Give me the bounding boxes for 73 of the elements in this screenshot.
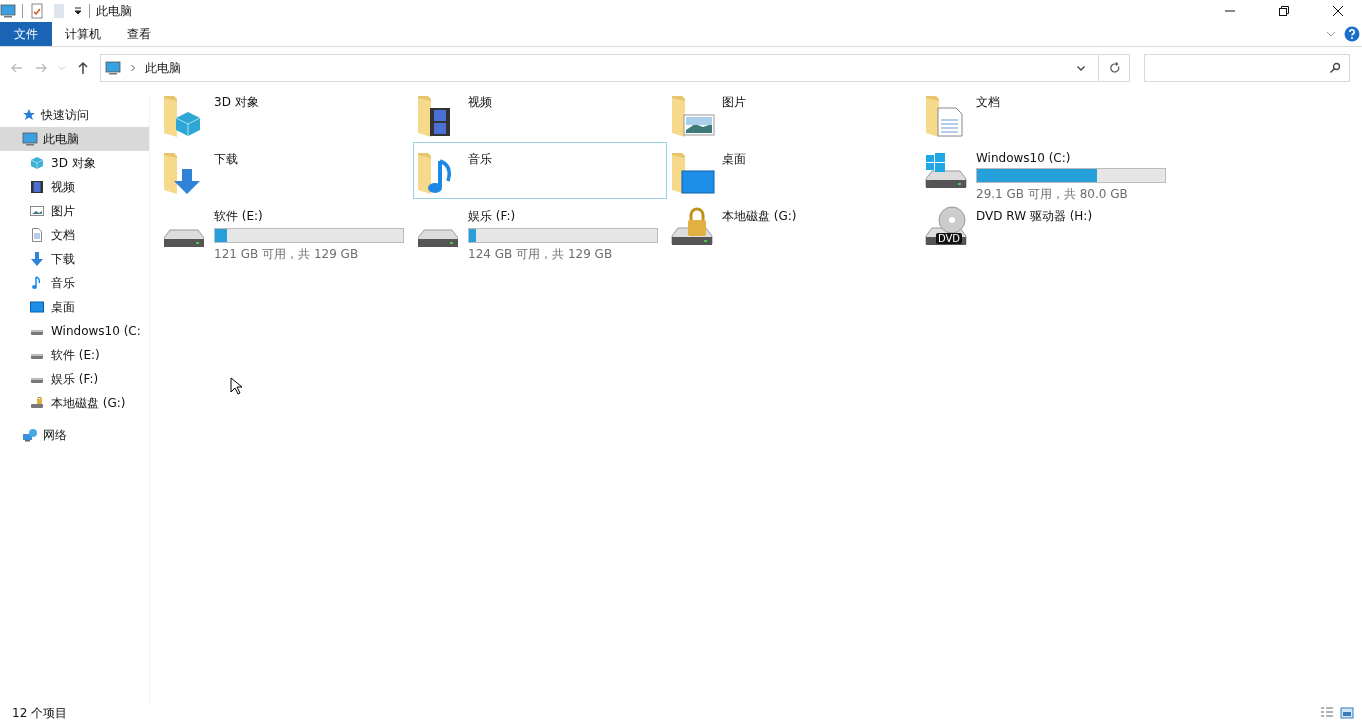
sidebar-item[interactable]: 此电脑 bbox=[0, 127, 149, 151]
chevron-down-icon[interactable] bbox=[1326, 29, 1336, 39]
sidebar-item[interactable]: Windows10 (C: bbox=[0, 319, 149, 343]
item-name: 桌面 bbox=[722, 151, 746, 168]
drive-icon bbox=[418, 229, 458, 248]
file-menu-tab[interactable]: 文件 bbox=[0, 22, 52, 46]
desktop-icon bbox=[30, 300, 44, 314]
free-space-text: 121 GB 可用，共 129 GB bbox=[214, 246, 360, 263]
ribbon-tab[interactable]: 计算机 bbox=[52, 22, 114, 46]
computer-icon bbox=[22, 131, 38, 147]
dropdown-arrow-icon[interactable] bbox=[73, 6, 83, 16]
item-count: 12 个项目 bbox=[12, 704, 68, 722]
down-arrow-icon bbox=[30, 252, 44, 266]
item-name: 娱乐 (F:) bbox=[468, 208, 517, 225]
large-icons-view-icon[interactable] bbox=[1340, 706, 1354, 720]
item-name: 软件 (E:) bbox=[214, 208, 264, 225]
sidebar-item[interactable]: 软件 (E:) bbox=[0, 343, 149, 367]
restore-icon[interactable] bbox=[1278, 5, 1290, 17]
folder-item[interactable]: 桌面 bbox=[667, 142, 921, 199]
search-icon bbox=[1329, 62, 1341, 74]
sidebar-item[interactable]: 网络 bbox=[0, 423, 149, 447]
sidebar-item[interactable]: 音乐 bbox=[0, 271, 149, 295]
film-icon bbox=[30, 180, 44, 194]
sidebar-item[interactable]: 快速访问 bbox=[0, 103, 149, 127]
network-icon bbox=[22, 427, 38, 443]
folder-item[interactable]: 图片 bbox=[667, 85, 921, 142]
drive-icon bbox=[164, 229, 204, 248]
mouse-cursor-icon bbox=[230, 377, 242, 395]
up-arrow-icon[interactable] bbox=[76, 61, 90, 75]
folder-item[interactable]: 视频 bbox=[413, 85, 667, 142]
item-name: Windows10 (C:) bbox=[976, 151, 1072, 165]
item-name: 音乐 bbox=[468, 151, 492, 168]
sidebar-item[interactable]: 视频 bbox=[0, 175, 149, 199]
item-name: DVD RW 驱动器 (H:) bbox=[976, 208, 1093, 225]
picture-icon bbox=[30, 204, 44, 218]
sidebar-item[interactable]: 桌面 bbox=[0, 295, 149, 319]
document-icon bbox=[30, 228, 44, 242]
search-field[interactable] bbox=[1144, 54, 1350, 82]
sidebar-item[interactable]: 图片 bbox=[0, 199, 149, 223]
item-name: 本地磁盘 (G:) bbox=[722, 208, 797, 225]
computer-icon bbox=[0, 3, 16, 19]
address-dropdown-icon[interactable] bbox=[1076, 63, 1086, 73]
drive-item[interactable]: 本地磁盘 (G:) bbox=[667, 199, 921, 256]
properties-icon[interactable] bbox=[29, 3, 45, 19]
details-view-icon[interactable] bbox=[1320, 706, 1334, 720]
item-name: 图片 bbox=[722, 94, 746, 111]
breadcrumb-chevron-icon[interactable] bbox=[129, 64, 137, 72]
sidebar-item[interactable]: 下载 bbox=[0, 247, 149, 271]
ribbon-tab[interactable]: 查看 bbox=[114, 22, 164, 46]
folder-item[interactable]: 3D 对象 bbox=[159, 85, 413, 142]
item-name: 3D 对象 bbox=[214, 94, 259, 111]
window-title: 此电脑 bbox=[96, 2, 132, 20]
free-space-text: 124 GB 可用，共 129 GB bbox=[468, 246, 614, 263]
locked-drive-icon bbox=[30, 396, 44, 410]
sidebar-item[interactable]: 本地磁盘 (G:) bbox=[0, 391, 149, 415]
close-icon[interactable] bbox=[1332, 5, 1344, 17]
sidebar-item[interactable]: 娱乐 (F:) bbox=[0, 367, 149, 391]
item-name: 文档 bbox=[976, 94, 1000, 111]
dvd-label: DVD bbox=[936, 233, 963, 244]
star-icon bbox=[22, 108, 36, 122]
sidebar-item[interactable]: 3D 对象 bbox=[0, 151, 149, 175]
address-bar[interactable]: 此电脑 bbox=[100, 54, 1130, 82]
folder-item[interactable]: 文档 bbox=[921, 85, 1175, 142]
folder-item[interactable]: 下载 bbox=[159, 142, 413, 199]
item-name: 视频 bbox=[468, 94, 492, 111]
refresh-icon[interactable] bbox=[1109, 62, 1121, 74]
cube-icon bbox=[30, 156, 44, 170]
folder-item[interactable]: 音乐 bbox=[413, 142, 667, 199]
item-name: 下载 bbox=[214, 151, 238, 168]
computer-icon bbox=[105, 60, 121, 76]
sidebar-item[interactable]: 文档 bbox=[0, 223, 149, 247]
help-icon[interactable] bbox=[1344, 26, 1360, 42]
address-path[interactable]: 此电脑 bbox=[145, 59, 181, 77]
